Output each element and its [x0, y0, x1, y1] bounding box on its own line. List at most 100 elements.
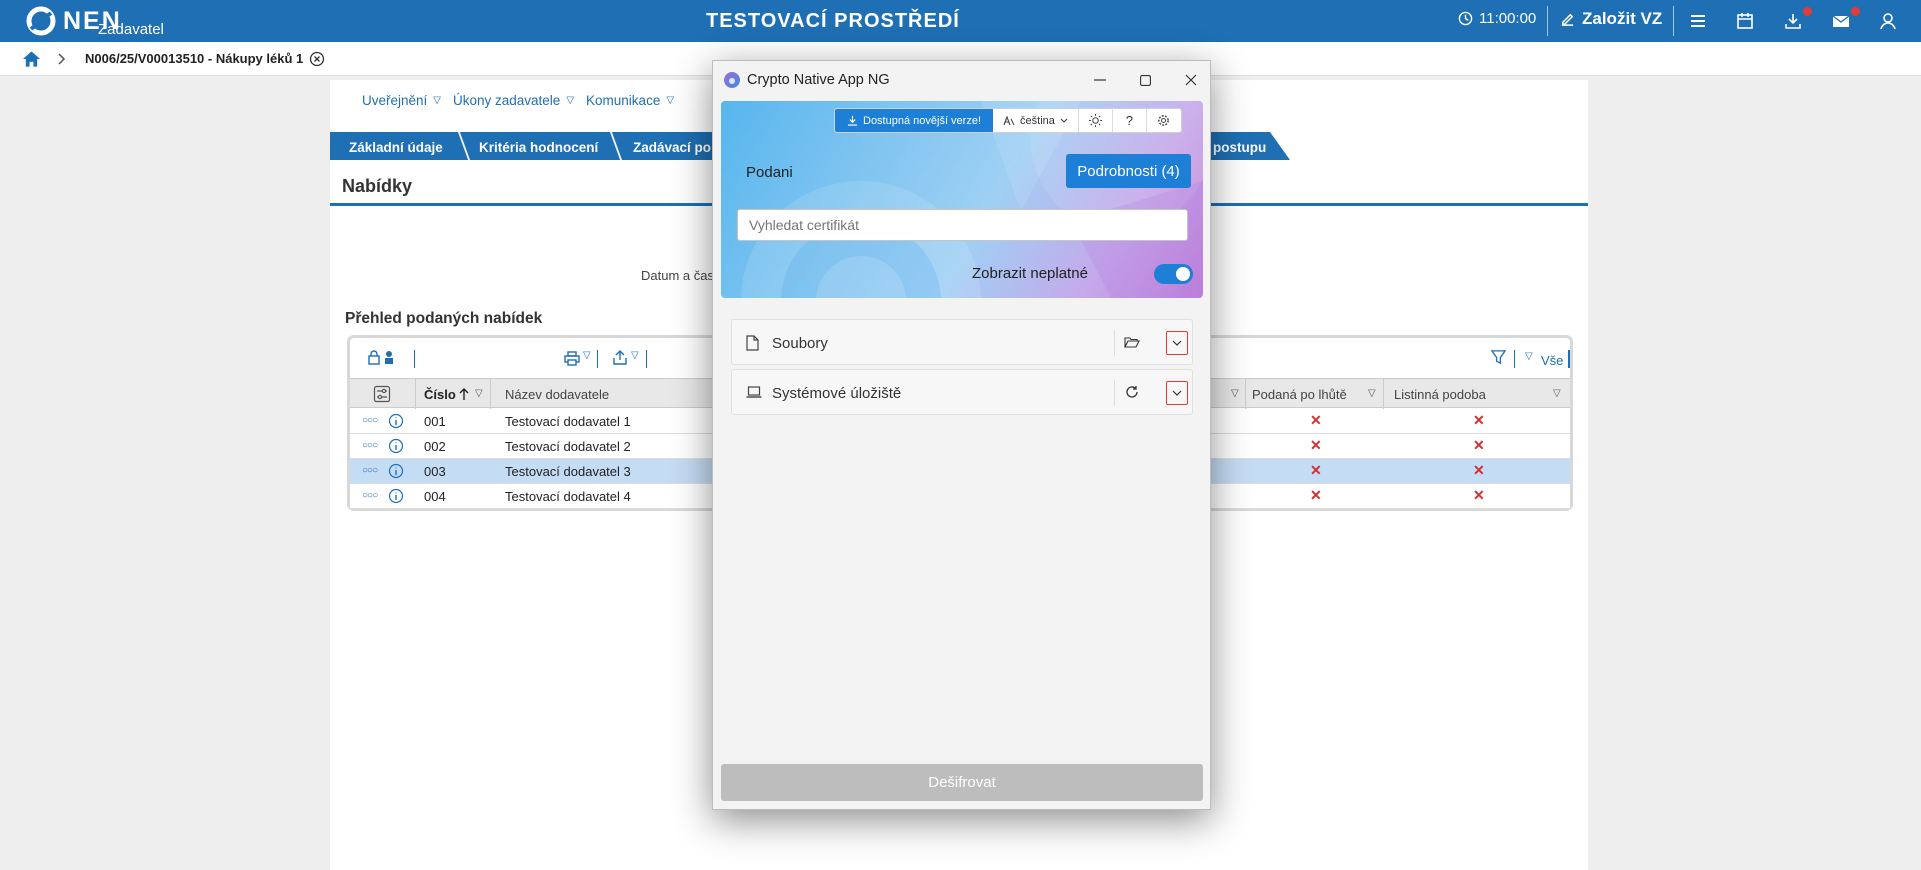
column-divider — [1383, 379, 1384, 409]
dialog-title: Crypto Native App NG — [747, 72, 890, 88]
print-icon[interactable] — [563, 350, 581, 366]
toolbar-divider — [1568, 350, 1570, 368]
download-icon — [847, 115, 858, 126]
clock-icon — [1458, 11, 1473, 26]
close-icon — [1185, 74, 1197, 86]
certificate-search-input[interactable] — [737, 209, 1188, 241]
app-logo-icon — [724, 72, 740, 88]
details-button[interactable]: Podrobnosti (4) — [1066, 154, 1191, 188]
offers-overview-title: Přehled podaných nabídek — [345, 310, 543, 327]
filter-triangle-icon[interactable]: ▽ — [1231, 388, 1239, 399]
cell-number: 002 — [424, 439, 446, 454]
language-select[interactable]: čeština — [993, 109, 1079, 132]
refresh-icon[interactable] — [1124, 384, 1140, 400]
translate-icon — [1003, 114, 1015, 125]
create-tender-label: Založit VZ — [1582, 9, 1663, 28]
filter-triangle-icon: ▽ — [566, 94, 575, 106]
dialog-titlebar[interactable]: Crypto Native App NG — [713, 61, 1210, 99]
update-available-button[interactable]: Dostupná novější verze! — [835, 109, 994, 132]
cell-supplier: Testovací dodavatel 4 — [505, 489, 631, 504]
lock-icon[interactable] — [367, 349, 381, 365]
info-icon[interactable] — [388, 438, 404, 454]
certificate-sources-panel: Soubory Systémové úložiště — [721, 309, 1203, 754]
more-actions-icon[interactable]: ○○○ — [362, 440, 378, 451]
certificate-icon[interactable] — [384, 349, 394, 365]
maximize-icon — [1139, 74, 1151, 86]
column-header-number[interactable]: Číslo — [424, 387, 456, 402]
more-actions-icon[interactable]: ○○○ — [362, 465, 378, 476]
filter-triangle-icon[interactable]: ▽ — [1553, 388, 1561, 399]
mail-notification-badge — [1851, 7, 1860, 16]
cross-icon: ✕ — [1473, 437, 1485, 453]
submissions-label: Podani — [746, 164, 793, 181]
toolbar-menu-actions[interactable]: Úkony zadavatele — [453, 93, 560, 108]
files-section[interactable]: Soubory — [731, 319, 1193, 365]
tab-basic-info[interactable]: Základní údaje — [349, 140, 443, 155]
cross-icon: ✕ — [1473, 487, 1485, 503]
filter-triangle-icon[interactable]: ▽ — [475, 388, 483, 399]
hero-toolbar: Dostupná novější verze! čeština ? — [834, 108, 1182, 133]
calendar-icon[interactable] — [1736, 11, 1754, 31]
toolbar-divider — [1514, 350, 1515, 368]
toolbar-divider — [646, 350, 647, 368]
column-divider — [1245, 379, 1246, 409]
minimize-button[interactable] — [1088, 68, 1112, 92]
column-settings-icon[interactable] — [373, 385, 391, 403]
column-header-supplier[interactable]: Název dodavatele — [505, 387, 609, 402]
tab-procurement[interactable]: Zadávací po — [633, 140, 711, 155]
info-icon[interactable] — [388, 488, 404, 504]
filter-triangle-icon: ▽ — [666, 94, 675, 106]
cross-icon: ✕ — [1310, 462, 1322, 478]
export-icon[interactable] — [611, 349, 629, 366]
filter-triangle-icon[interactable]: ▽ — [1368, 388, 1376, 399]
update-available-label: Dostupná novější verze! — [863, 114, 982, 127]
more-actions-icon[interactable]: ○○○ — [362, 415, 378, 426]
filter-all-link[interactable]: Vše — [1541, 353, 1563, 368]
language-value: čeština — [1020, 114, 1055, 127]
maximize-button[interactable] — [1133, 68, 1157, 92]
mail-icon[interactable] — [1831, 11, 1851, 31]
settings-button[interactable] — [1147, 109, 1181, 132]
cell-number: 001 — [424, 414, 446, 429]
breadcrumb-current[interactable]: N006/25/V00013510 - Nákupy léků 1 — [85, 51, 303, 66]
close-circle-icon[interactable] — [309, 51, 325, 67]
toolbar-menu-publication[interactable]: Uveřejnění — [362, 93, 427, 108]
decrypt-button[interactable]: Dešifrovat — [721, 764, 1203, 801]
create-tender-button[interactable]: Založit VZ — [1559, 9, 1662, 29]
folder-open-icon[interactable] — [1124, 334, 1140, 350]
user-icon[interactable] — [1878, 11, 1898, 31]
dialog-hero: Dostupná novější verze! čeština ? Podani… — [721, 101, 1203, 298]
page-title: Nabídky — [342, 176, 413, 196]
system-store-section[interactable]: Systémové úložiště — [731, 369, 1193, 415]
files-expand-button[interactable] — [1166, 331, 1188, 355]
filter-icon[interactable] — [1490, 349, 1507, 366]
system-store-label: Systémové úložiště — [772, 385, 902, 402]
info-icon[interactable] — [388, 413, 404, 429]
help-button[interactable]: ? — [1113, 109, 1147, 132]
cross-icon: ✕ — [1473, 462, 1485, 478]
toolbar-menu-communication[interactable]: Komunikace — [586, 93, 660, 108]
system-store-expand-button[interactable] — [1166, 381, 1188, 405]
close-button[interactable] — [1179, 68, 1203, 92]
download-icon[interactable] — [1783, 11, 1803, 31]
section-divider — [1114, 330, 1115, 356]
toolbar-divider — [414, 350, 415, 368]
minimize-icon — [1094, 79, 1106, 81]
column-header-paper[interactable]: Listinná podoba — [1394, 387, 1486, 402]
chevron-right-icon — [58, 53, 66, 65]
menu-icon[interactable] — [1689, 11, 1707, 31]
theme-toggle-button[interactable] — [1079, 109, 1113, 132]
column-header-late[interactable]: Podaná po lhůtě — [1252, 387, 1347, 402]
tab-evaluation-criteria[interactable]: Kritéria hodnocení — [479, 140, 598, 155]
info-icon[interactable] — [388, 463, 404, 479]
sort-ascending-icon[interactable] — [458, 387, 470, 401]
more-actions-icon[interactable]: ○○○ — [362, 490, 378, 501]
show-invalid-toggle[interactable] — [1154, 264, 1193, 284]
chevron-down-icon — [1172, 340, 1182, 346]
file-icon — [746, 335, 759, 351]
environment-title: TESTOVACÍ PROSTŘEDÍ — [706, 10, 960, 32]
tab-procedure[interactable]: postupu — [1213, 140, 1266, 155]
show-invalid-label: Zobrazit neplatné — [972, 265, 1088, 282]
sun-icon — [1088, 114, 1102, 127]
home-icon[interactable] — [22, 50, 41, 68]
